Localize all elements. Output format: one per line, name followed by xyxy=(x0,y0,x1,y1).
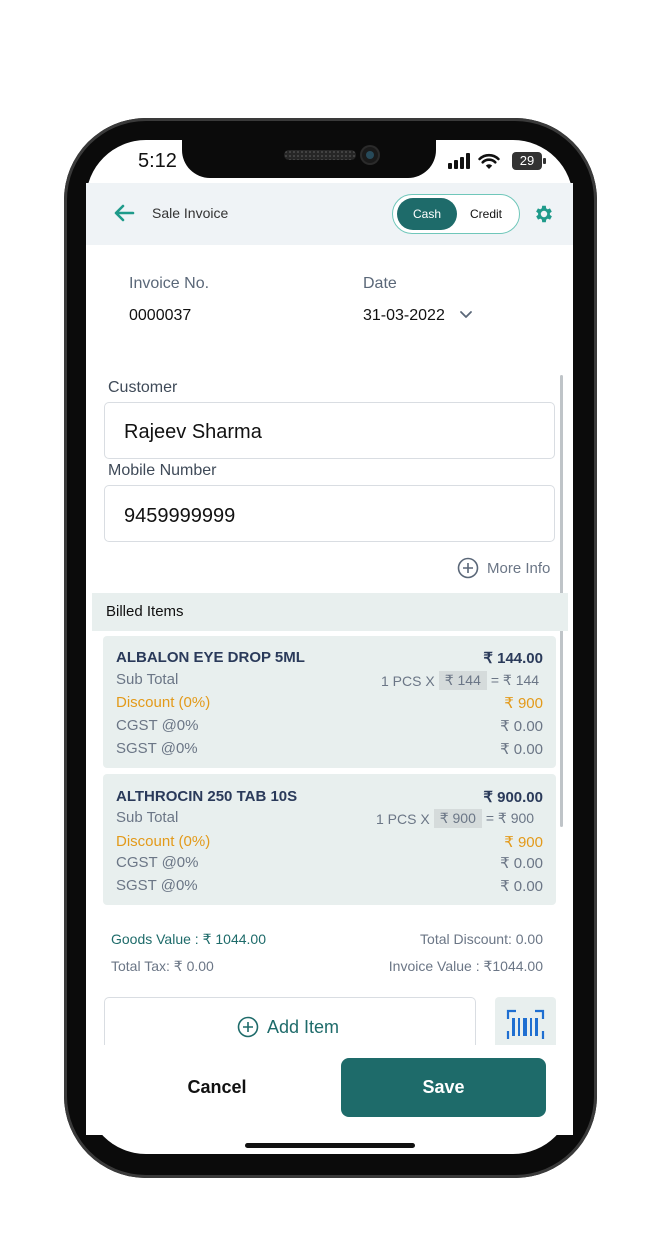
chevron-down-icon[interactable] xyxy=(458,309,474,321)
item-rate: ₹ 900 xyxy=(433,809,482,828)
barcode-scan-button[interactable] xyxy=(495,997,556,1045)
item-subtotal: = ₹ 144 xyxy=(490,672,540,688)
toggle-credit[interactable]: Credit xyxy=(460,198,512,230)
barcode-scan-icon xyxy=(506,1009,545,1039)
cgst-label: CGST @0% xyxy=(116,717,199,734)
page-title: Sale Invoice xyxy=(152,205,229,221)
discount-value: ₹ 900 xyxy=(504,695,543,712)
gear-icon[interactable] xyxy=(533,203,555,225)
total-discount: Total Discount: 0.00 xyxy=(420,931,543,947)
more-info-label: More Info xyxy=(487,559,551,577)
sgst-value: ₹ 0.00 xyxy=(500,741,543,758)
item-qty-rate: 1 PCS X ₹ 144 = ₹ 144 xyxy=(381,671,539,690)
cgst-label: CGST @0% xyxy=(116,854,199,871)
wifi-icon xyxy=(478,153,500,169)
plus-circle-icon xyxy=(457,557,479,579)
item-name: ALBALON EYE DROP 5ML xyxy=(116,649,305,666)
cgst-value: ₹ 0.00 xyxy=(500,855,543,872)
battery-icon: 29 xyxy=(512,152,546,170)
date-label: Date xyxy=(363,275,397,292)
more-info-button[interactable]: More Info xyxy=(457,557,550,579)
mobile-value[interactable]: 9459999999 xyxy=(124,505,235,528)
home-indicator[interactable] xyxy=(245,1143,415,1148)
status-icons xyxy=(448,148,500,174)
date-value[interactable]: 31-03-2022 xyxy=(363,307,445,325)
goods-value: Goods Value : ₹ 1044.00 xyxy=(111,931,266,947)
item-subtotal: = ₹ 900 xyxy=(485,810,535,826)
add-item-label: Add Item xyxy=(267,1016,340,1037)
cancel-button[interactable]: Cancel xyxy=(150,1058,284,1116)
back-arrow-icon[interactable] xyxy=(112,201,136,225)
item-qty: 1 PCS X xyxy=(376,810,430,827)
discount-label: Discount (0%) xyxy=(116,833,211,850)
invoice-number: 0000037 xyxy=(129,307,192,324)
subtotal-label: Sub Total xyxy=(116,671,179,688)
sgst-value: ₹ 0.00 xyxy=(500,878,543,895)
sgst-label: SGST @0% xyxy=(116,877,198,894)
customer-value[interactable]: Rajeev Sharma xyxy=(124,421,262,444)
billed-items-label: Billed Items xyxy=(106,603,184,620)
status-time: 5:12 xyxy=(138,150,177,172)
total-tax: Total Tax: ₹ 0.00 xyxy=(111,958,214,974)
item-qty: 1 PCS X xyxy=(381,672,435,689)
customer-label: Customer xyxy=(108,379,178,396)
save-button[interactable]: Save xyxy=(341,1058,546,1117)
item-name: ALTHROCIN 250 TAB 10S xyxy=(116,788,298,805)
subtotal-label: Sub Total xyxy=(116,809,179,826)
cgst-value: ₹ 0.00 xyxy=(500,718,543,735)
add-item-content[interactable]: Add Item xyxy=(237,1016,339,1038)
camera xyxy=(362,147,378,163)
toggle-cash[interactable]: Cash xyxy=(397,198,457,230)
item-amount: ₹ 900.00 xyxy=(483,789,543,806)
sgst-label: SGST @0% xyxy=(116,740,198,757)
plus-circle-icon xyxy=(237,1016,259,1038)
discount-value: ₹ 900 xyxy=(504,834,543,851)
item-rate: ₹ 144 xyxy=(438,671,487,690)
invoice-number-label: Invoice No. xyxy=(129,275,210,292)
speaker-grille xyxy=(284,150,356,160)
item-qty-rate: 1 PCS X ₹ 900 = ₹ 900 xyxy=(376,809,534,828)
discount-label: Discount (0%) xyxy=(116,694,211,711)
invoice-value: Invoice Value : ₹1044.00 xyxy=(388,958,543,974)
mobile-label: Mobile Number xyxy=(108,462,217,479)
item-amount: ₹ 144.00 xyxy=(483,650,543,667)
signal-icon xyxy=(448,153,470,169)
